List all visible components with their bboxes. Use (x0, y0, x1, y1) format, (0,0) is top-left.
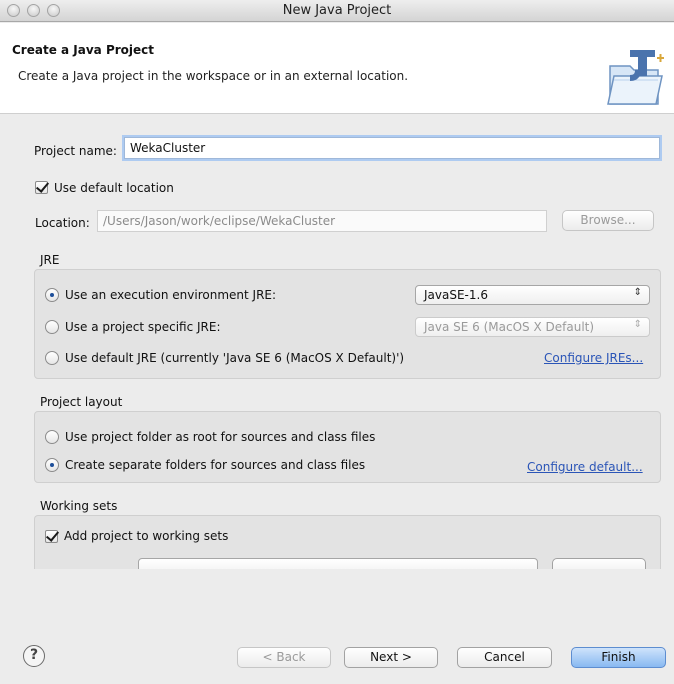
project-specific-jre-label: Use a project specific JRE: (65, 320, 221, 334)
separate-folders-label: Create separate folders for sources and … (65, 458, 366, 472)
finish-button[interactable]: Finish (571, 647, 666, 668)
project-specific-jre-select[interactable]: Java SE 6 (MacOS X Default) ⇕ (415, 317, 650, 337)
project-layout-group-label: Project layout (40, 395, 123, 409)
wizard-page-title: Create a Java Project (12, 43, 155, 57)
execution-environment-select[interactable]: JavaSE-1.6 ⇕ (415, 285, 650, 305)
project-layout-group: Use project folder as root for sources a… (34, 411, 661, 483)
working-sets-group-label: Working sets (40, 499, 118, 513)
configure-default-link[interactable]: Configure default... (527, 460, 643, 474)
location-label: Location: (35, 216, 90, 230)
add-to-working-sets-checkbox[interactable] (45, 530, 58, 543)
new-java-project-icon (607, 50, 664, 105)
select-arrows-icon: ⇕ (633, 319, 642, 330)
wizard-body: Project name: WekaCluster Use default lo… (0, 115, 674, 610)
use-default-location-label: Use default location (54, 181, 174, 195)
configure-jres-link[interactable]: Configure JREs... (544, 351, 643, 365)
location-input[interactable]: /Users/Jason/work/eclipse/WekaCluster (97, 210, 547, 232)
window-title: New Java Project (282, 3, 392, 18)
help-icon[interactable]: ? (23, 645, 45, 667)
wizard-page-description: Create a Java project in the workspace o… (18, 69, 409, 83)
back-button[interactable]: < Back (237, 647, 331, 668)
project-name-label: Project name: (34, 144, 117, 158)
jre-group: Use an execution environment JRE: JavaSE… (34, 269, 661, 379)
browse-button[interactable]: Browse... (562, 210, 654, 231)
new-java-project-window: New Java Project Create a Java Project C… (0, 0, 674, 684)
title-bar: New Java Project (0, 0, 674, 22)
jre-group-label: JRE (40, 253, 60, 267)
execution-environment-value: JavaSE-1.6 (424, 288, 488, 302)
use-default-location-checkbox[interactable] (35, 181, 48, 194)
wizard-footer: ? < Back Next > Cancel Finish (0, 610, 674, 684)
working-sets-select-button[interactable] (552, 558, 646, 569)
project-specific-jre-value: Java SE 6 (MacOS X Default) (424, 320, 595, 334)
project-specific-jre-radio[interactable] (45, 320, 59, 334)
wizard-header: Create a Java Project Create a Java proj… (0, 23, 674, 114)
default-jre-label: Use default JRE (currently 'Java SE 6 (M… (65, 351, 405, 365)
project-folder-as-root-label: Use project folder as root for sources a… (65, 430, 376, 444)
project-folder-as-root-radio[interactable] (45, 430, 59, 444)
working-sets-select[interactable] (138, 558, 538, 569)
separate-folders-radio[interactable] (45, 458, 59, 472)
execution-environment-jre-radio[interactable] (45, 288, 59, 302)
project-name-input[interactable]: WekaCluster (124, 137, 660, 159)
cancel-button[interactable]: Cancel (457, 647, 552, 668)
working-sets-group: Add project to working sets (34, 515, 661, 569)
next-button[interactable]: Next > (344, 647, 438, 668)
execution-environment-jre-label: Use an execution environment JRE: (65, 288, 277, 302)
select-arrows-icon: ⇕ (633, 287, 642, 298)
add-to-working-sets-label: Add project to working sets (64, 529, 229, 543)
default-jre-radio[interactable] (45, 351, 59, 365)
